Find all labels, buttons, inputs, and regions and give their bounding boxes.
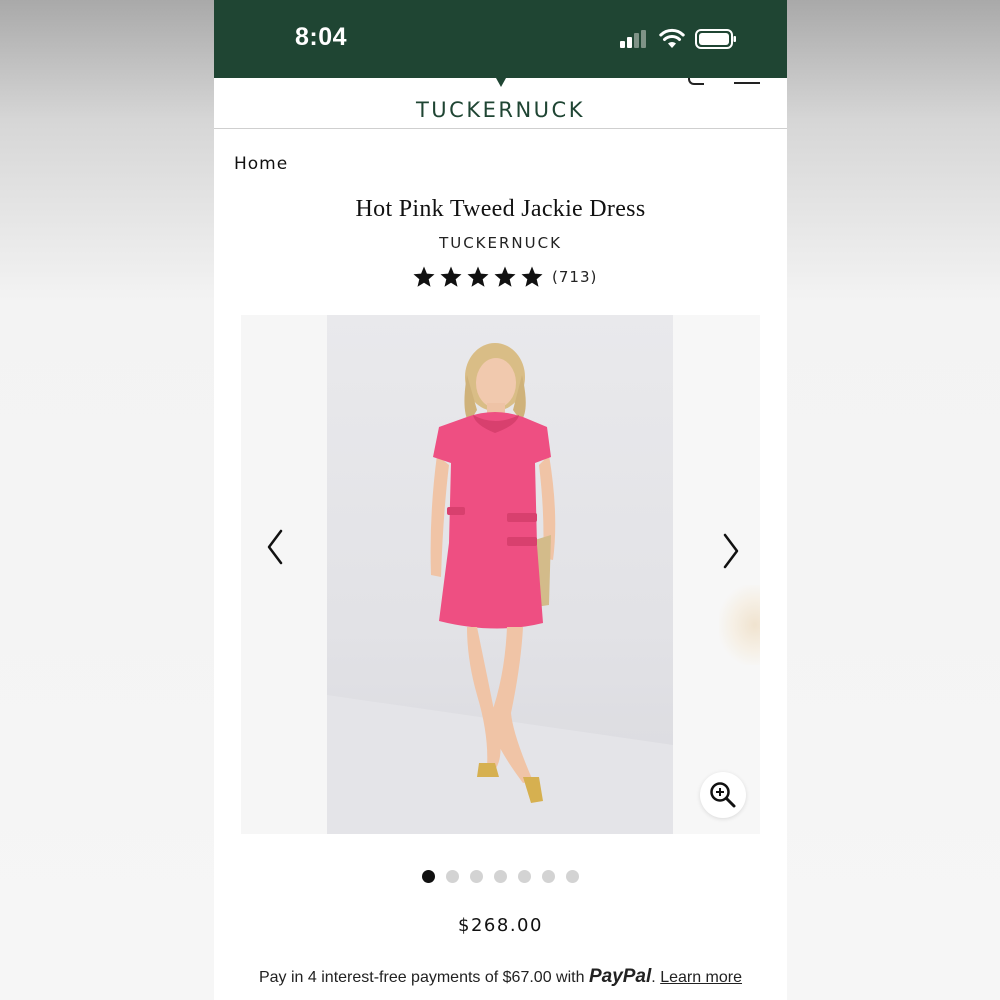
phone-screen: 8:04 TUCKERNUCK Home Hot Pink Tweed Jack… xyxy=(214,0,787,1000)
product-photo[interactable] xyxy=(327,315,673,834)
carousel-dot[interactable] xyxy=(542,870,555,883)
learn-more-link[interactable]: Learn more xyxy=(660,969,742,986)
product-image-carousel[interactable] xyxy=(241,315,760,834)
star-icon xyxy=(413,266,435,287)
star-icon xyxy=(494,266,516,287)
previous-image-arrow-icon[interactable] xyxy=(263,527,287,567)
wifi-icon xyxy=(659,28,685,48)
status-bar: 8:04 xyxy=(214,0,787,78)
account-icon[interactable] xyxy=(688,78,704,85)
cellular-signal-icon xyxy=(620,30,646,48)
zoom-button[interactable] xyxy=(700,772,746,818)
carousel-dot[interactable] xyxy=(566,870,579,883)
carousel-pagination xyxy=(422,870,590,883)
battery-icon xyxy=(695,29,736,49)
product-brand[interactable]: TUCKERNUCK xyxy=(214,234,787,252)
review-count[interactable]: (713) xyxy=(552,268,597,286)
logo-mark xyxy=(496,78,506,87)
product-title: Hot Pink Tweed Jackie Dress xyxy=(355,196,646,222)
carousel-dot[interactable] xyxy=(422,870,435,883)
cart-icon[interactable] xyxy=(734,78,760,84)
screen: 8:04 TUCKERNUCK Home Hot Pink Tweed Jack… xyxy=(0,0,1000,1000)
product-price: $268.00 xyxy=(458,915,543,936)
carousel-dot[interactable] xyxy=(446,870,459,883)
carousel-dot[interactable] xyxy=(518,870,531,883)
carousel-dot[interactable] xyxy=(494,870,507,883)
star-icon xyxy=(440,266,462,287)
paypal-logo: PayPal xyxy=(588,966,652,987)
next-image-arrow-icon[interactable] xyxy=(719,531,743,571)
next-image-peek xyxy=(673,315,760,834)
status-time: 8:04 xyxy=(295,23,348,51)
brand-logo[interactable]: TUCKERNUCK xyxy=(214,98,787,122)
zoom-in-icon xyxy=(710,782,736,808)
previous-image-peek xyxy=(241,315,327,834)
carousel-dot[interactable] xyxy=(470,870,483,883)
site-header: TUCKERNUCK xyxy=(214,78,787,129)
star-icon xyxy=(521,266,543,287)
breadcrumb-home[interactable]: Home xyxy=(234,154,288,174)
next-image-peek-detail xyxy=(719,585,760,665)
paypal-pay-in-4: Pay in 4 interest-free payments of $67.0… xyxy=(258,966,743,987)
star-icon xyxy=(467,266,489,287)
model-illustration xyxy=(327,343,673,834)
paypal-installment-text: Pay in 4 interest-free payments of $67.0… xyxy=(258,969,585,986)
rating[interactable]: (713) xyxy=(412,264,597,290)
